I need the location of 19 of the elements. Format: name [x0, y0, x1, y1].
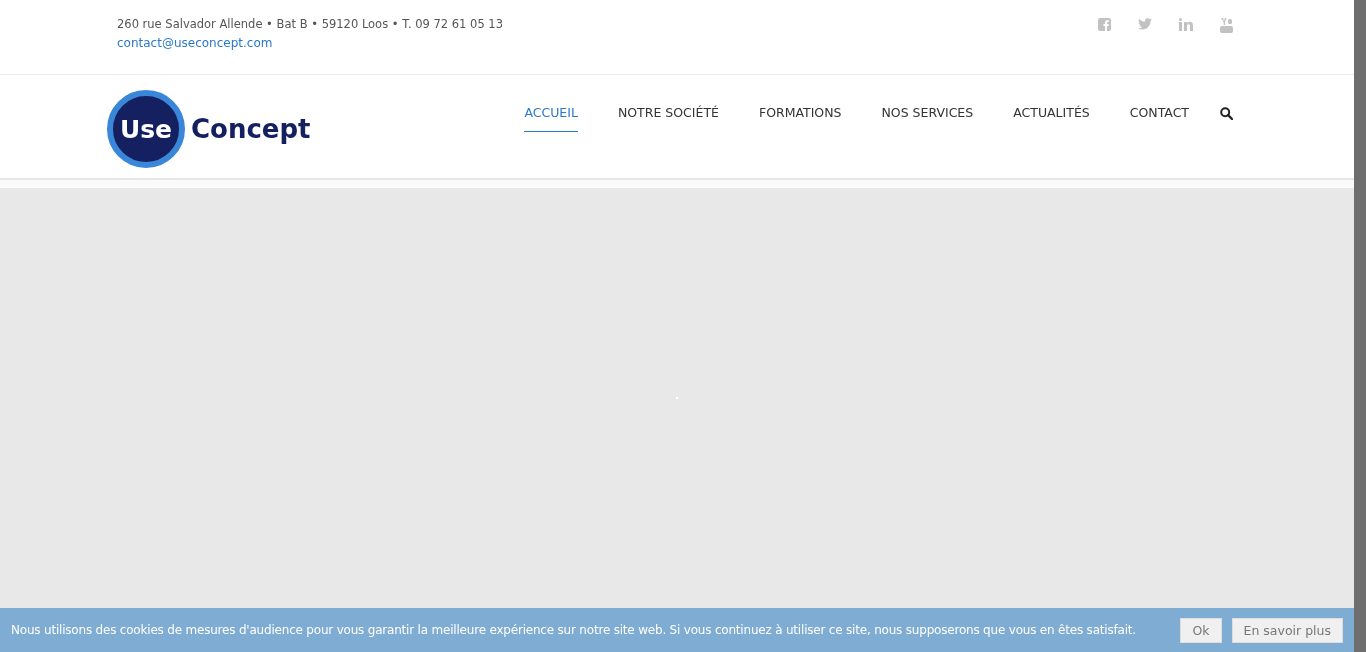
ok-button[interactable]: Ok: [1180, 617, 1222, 643]
search-icon[interactable]: [1220, 107, 1233, 120]
twitter-icon[interactable]: [1138, 18, 1152, 30]
logo-badge[interactable]: Use: [107, 90, 185, 168]
nav-link[interactable]: FORMATIONS: [758, 105, 842, 132]
cookie-message: Nous utilisons des cookies de mesures d'audience pour vous garantir la meilleure expérience sur notre site web. Si vous continuez à utiliser ce site, nous supposerons que vous en êtes satisfait.: [11, 623, 1137, 637]
logo-name[interactable]: Concept: [191, 114, 311, 144]
linkedin-icon[interactable]: [1179, 18, 1193, 31]
more-info-button[interactable]: En savoir plus: [1231, 617, 1343, 643]
nav-link[interactable]: NOS SERVICES: [881, 105, 974, 132]
email-link[interactable]: contact@useconcept.com: [117, 36, 503, 50]
nav-link[interactable]: ACTUALITÉS: [1013, 105, 1090, 132]
nav-link[interactable]: ACCUEIL: [524, 105, 578, 132]
youtube-icon[interactable]: [1220, 18, 1233, 33]
nav-link[interactable]: CONTACT: [1129, 105, 1189, 132]
facebook-icon[interactable]: [1098, 18, 1111, 31]
nav-link[interactable]: NOTRE SOCIÉTÉ: [617, 105, 719, 132]
scrollbar[interactable]: [1354, 0, 1366, 652]
address-text: 260 rue Salvador Allende • Bat B • 59120 Loos • T. 09 72 61 05 13: [117, 17, 503, 31]
